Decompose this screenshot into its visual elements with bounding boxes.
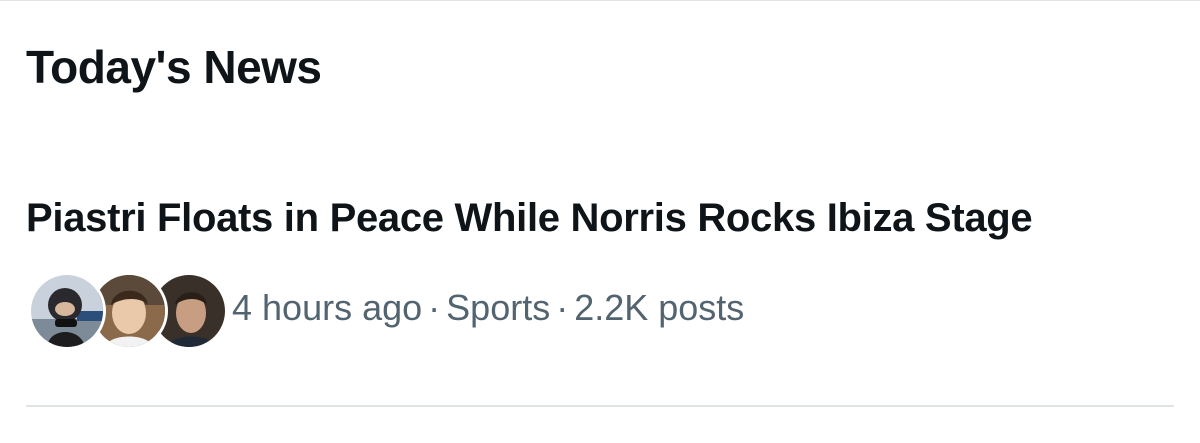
avatar xyxy=(28,272,106,350)
news-meta: 4 hours ago · Sports · 2.2K posts xyxy=(232,286,744,330)
news-item[interactable]: Piastri Floats in Peace While Norris Roc… xyxy=(0,180,1200,370)
bottom-divider xyxy=(26,405,1174,407)
top-divider xyxy=(0,0,1200,1)
post-time: 4 hours ago xyxy=(232,287,423,328)
news-headline[interactable]: Piastri Floats in Peace While Norris Roc… xyxy=(26,190,1033,246)
post-count: 2.2K posts xyxy=(574,287,745,328)
news-category: Sports xyxy=(446,287,551,328)
avatar-group xyxy=(28,272,228,350)
separator-dot: · xyxy=(428,287,441,328)
helmet-portrait-icon xyxy=(31,275,103,347)
section-title: Today's News xyxy=(26,41,322,93)
separator-dot: · xyxy=(556,287,569,328)
